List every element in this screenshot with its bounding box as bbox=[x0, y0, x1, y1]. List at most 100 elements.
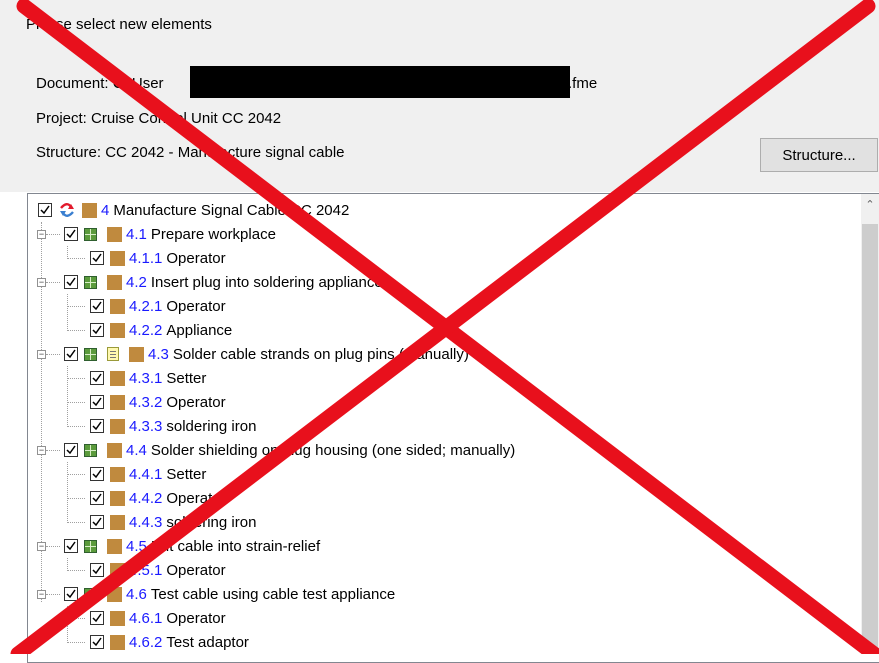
grid-table-icon bbox=[84, 539, 97, 553]
tree-item-checkbox[interactable] bbox=[64, 347, 78, 361]
tree-item[interactable]: 4.2.2 Appliance bbox=[90, 318, 232, 342]
element-square-icon bbox=[110, 370, 125, 386]
scroll-up-arrow-icon[interactable]: ⌃ bbox=[861, 198, 879, 214]
tree-item[interactable]: 4.3.3 soldering iron bbox=[90, 414, 256, 438]
tree-item[interactable]: 4.2.1 Operator bbox=[90, 294, 226, 318]
tree-item-checkbox[interactable] bbox=[64, 227, 78, 241]
tree-item-number: 4.1.1 bbox=[129, 249, 163, 267]
tree-item[interactable]: 4.1.1 Operator bbox=[90, 246, 226, 270]
tree-item-label: Setter bbox=[166, 465, 207, 483]
tree-item[interactable]: 4.1 Prepare workplace bbox=[64, 222, 276, 246]
tree-line bbox=[46, 546, 60, 547]
grid-table-icon bbox=[84, 227, 97, 241]
tree-item[interactable]: 4.6.2 Test adaptor bbox=[90, 630, 249, 654]
tree-line bbox=[46, 594, 60, 595]
tree-item-checkbox[interactable] bbox=[64, 443, 78, 457]
element-square-icon bbox=[107, 442, 122, 458]
tree-item-checkbox[interactable] bbox=[90, 611, 104, 625]
element-square-icon bbox=[110, 418, 125, 434]
tree-item-label: Operator bbox=[166, 297, 226, 315]
tree-item[interactable]: 4.4 Solder shielding on plug housing (one… bbox=[64, 438, 515, 462]
element-square-icon bbox=[107, 226, 122, 242]
tree-item-label: Setter bbox=[166, 369, 207, 387]
tree-item-label: Appliance bbox=[166, 321, 233, 339]
tree-item-checkbox[interactable] bbox=[90, 491, 104, 505]
tree-item-label: Insert plug into soldering appliance bbox=[150, 273, 383, 291]
tree-item[interactable]: 4.2 Insert plug into soldering appliance bbox=[64, 270, 383, 294]
tree-item[interactable]: 4 Manufacture Signal Cable CC 2042 bbox=[38, 198, 349, 222]
collapse-toggle-icon[interactable]: − bbox=[37, 446, 46, 455]
tree-line bbox=[67, 258, 85, 259]
tree-line bbox=[67, 618, 85, 619]
tree-item-label: Manufacture Signal Cable CC 2042 bbox=[113, 201, 350, 219]
element-square-icon bbox=[110, 322, 125, 338]
tree-item[interactable]: 4.4.3 soldering iron bbox=[90, 510, 256, 534]
tree-item-label: Operator bbox=[166, 561, 226, 579]
scroll-thumb[interactable] bbox=[862, 224, 878, 654]
tree-item-number: 4.3 bbox=[148, 345, 169, 363]
collapse-toggle-icon[interactable]: − bbox=[37, 542, 46, 551]
tree-line bbox=[67, 330, 85, 331]
document-suffix: .fme bbox=[568, 75, 598, 92]
tree-item-number: 4.4.1 bbox=[129, 465, 163, 483]
tree-line bbox=[67, 522, 85, 523]
tree-item-checkbox[interactable] bbox=[90, 635, 104, 649]
tree-item-label: Prepare workplace bbox=[150, 225, 276, 243]
tree-item-number: 4.5.1 bbox=[129, 561, 163, 579]
element-square-icon bbox=[110, 466, 125, 482]
tree-item-checkbox[interactable] bbox=[64, 275, 78, 289]
tree-item[interactable]: 4.4.2 Operator bbox=[90, 486, 226, 510]
tree-item[interactable]: 4.5.1 Operator bbox=[90, 558, 226, 582]
tree-item-label: Solder shielding on plug housing (one si… bbox=[150, 441, 516, 459]
grid-table-icon bbox=[84, 275, 97, 289]
tree-item-checkbox[interactable] bbox=[90, 395, 104, 409]
element-square-icon bbox=[82, 202, 97, 218]
tree-item[interactable]: 4.6 Test cable using cable test appliance bbox=[64, 582, 395, 606]
tree-item-checkbox[interactable] bbox=[38, 203, 52, 217]
collapse-toggle-icon[interactable]: − bbox=[37, 230, 46, 239]
process-arrows-icon bbox=[58, 202, 76, 218]
tree-line bbox=[46, 450, 60, 451]
tree-item-checkbox[interactable] bbox=[90, 371, 104, 385]
structure-label: Structure: CC 2042 - Manufacture signal … bbox=[36, 144, 345, 161]
collapse-toggle-icon[interactable]: − bbox=[37, 278, 46, 287]
tree-item-checkbox[interactable] bbox=[90, 419, 104, 433]
grid-table-icon bbox=[84, 347, 97, 361]
tree-line bbox=[67, 366, 68, 425]
element-square-icon bbox=[110, 634, 125, 650]
tree-item-number: 4.3.3 bbox=[129, 417, 163, 435]
tree-item[interactable]: 4.6.1 Operator bbox=[90, 606, 226, 630]
tree-item-number: 4.4 bbox=[126, 441, 147, 459]
tree-item-checkbox[interactable] bbox=[90, 467, 104, 481]
collapse-toggle-icon[interactable]: − bbox=[37, 350, 46, 359]
grid-table-icon bbox=[84, 587, 97, 601]
tree-line bbox=[67, 474, 85, 475]
tree-item[interactable]: 4.3 Solder cable strands on plug pins (ma… bbox=[64, 342, 469, 366]
tree-item-checkbox[interactable] bbox=[90, 515, 104, 529]
tree-item-checkbox[interactable] bbox=[90, 563, 104, 577]
tree-item-number: 4.5 bbox=[126, 537, 147, 555]
tree-item-checkbox[interactable] bbox=[90, 251, 104, 265]
tree-line bbox=[67, 558, 68, 569]
tree-item[interactable]: 4.5 Put cable into strain-relief bbox=[64, 534, 320, 558]
tree-item-label: Operator bbox=[166, 609, 226, 627]
tree-item[interactable]: 4.4.1 Setter bbox=[90, 462, 206, 486]
tree-item-number: 4.1 bbox=[126, 225, 147, 243]
tree-line bbox=[46, 354, 60, 355]
tree-item-label: Operator bbox=[166, 489, 226, 507]
element-square-icon bbox=[107, 274, 122, 290]
tree-item[interactable]: 4.3.1 Setter bbox=[90, 366, 206, 390]
tree-item-number: 4.6.2 bbox=[129, 633, 163, 651]
structure-button[interactable]: Structure... bbox=[760, 138, 878, 172]
document-label: Document: C:\User bbox=[36, 75, 164, 92]
tree-item-checkbox[interactable] bbox=[90, 323, 104, 337]
tree-item-checkbox[interactable] bbox=[90, 299, 104, 313]
tree-line bbox=[67, 462, 68, 521]
project-label: Project: Cruise Control Unit CC 2042 bbox=[36, 110, 282, 127]
tree-item-checkbox[interactable] bbox=[64, 539, 78, 553]
tree-item-checkbox[interactable] bbox=[64, 587, 78, 601]
tree-scrollbar[interactable]: ⌃ bbox=[861, 194, 879, 654]
tree-item[interactable]: 4.3.2 Operator bbox=[90, 390, 226, 414]
tree-line bbox=[67, 606, 68, 641]
collapse-toggle-icon[interactable]: − bbox=[37, 590, 46, 599]
